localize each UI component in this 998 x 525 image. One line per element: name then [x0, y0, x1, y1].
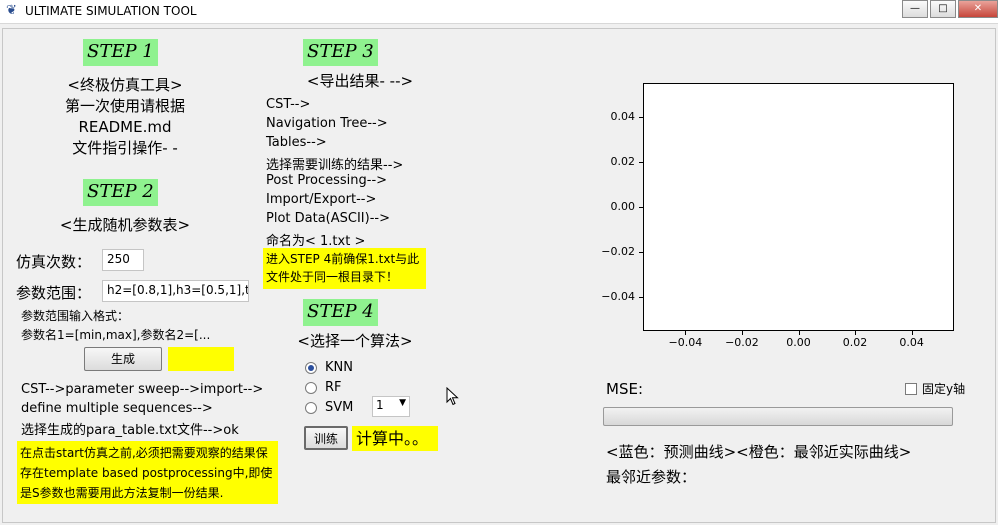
fix-y-axis-checkbox[interactable]: 固定y轴: [905, 380, 965, 397]
generate-status-box: [168, 347, 234, 371]
train-status: 计算中。。: [352, 426, 438, 451]
step3-warning-note: 进入STEP 4前确保1.txt与此文件处于同一根目录下！: [263, 248, 426, 289]
x-tick-mark: [741, 331, 743, 335]
y-tick-mark: [639, 116, 643, 118]
cst-path-line2: define multiple sequences-->: [21, 401, 213, 416]
radio-knn[interactable]: [305, 361, 317, 374]
checkbox-box[interactable]: [905, 382, 917, 395]
fix-y-axis-label: 固定y轴: [922, 382, 966, 396]
svm-param-value: 1: [376, 398, 384, 412]
y-tick-mark: [639, 297, 643, 299]
x-tick-label: 0.00: [786, 336, 811, 349]
y-tick-label: 0.02: [610, 154, 636, 168]
step3-title: <导出结果- -->: [306, 72, 414, 90]
title-bar: ❦ ULTIMATE SIMULATION TOOL — □ ✕: [0, 0, 998, 24]
y-tick-mark: [639, 161, 643, 163]
algo-option-svm-label: SVM: [325, 400, 354, 415]
legend-text: <蓝色：预测曲线><橙色：最邻近实际曲线>: [606, 443, 912, 461]
step4-title: <选择一个算法>: [297, 332, 413, 350]
y-tick-mark: [639, 252, 643, 254]
mouse-cursor-icon: [446, 387, 459, 406]
param-range-input[interactable]: h2=[0.8,1],h3=[0.5,1],t1=: [102, 280, 249, 302]
maximize-button[interactable]: □: [930, 0, 956, 18]
x-tick-label: 0.04: [899, 336, 924, 349]
param-range-label: 参数范围：: [16, 284, 92, 302]
minimize-button[interactable]: —: [902, 0, 928, 18]
step1-title: <终极仿真工具>: [67, 76, 183, 94]
generate-button[interactable]: 生成: [84, 347, 162, 371]
y-tick-label: 0.04: [610, 109, 636, 123]
radio-svm[interactable]: [305, 401, 317, 414]
step3-badge: STEP 3: [303, 39, 378, 66]
cst-path-line1: CST-->parameter sweep-->import-->: [21, 382, 264, 397]
step1-info: <终极仿真工具> 第一次使用请根据 README.md 文件指引操作- -: [15, 75, 235, 159]
x-tick-label: 0.02: [842, 336, 868, 349]
algo-option-svm[interactable]: SVM: [305, 400, 353, 415]
algo-option-rf[interactable]: RF: [305, 380, 342, 395]
train-button[interactable]: 训练: [304, 426, 348, 450]
chevron-down-icon: ▼: [399, 398, 406, 408]
step1-line2: README.md: [78, 118, 172, 136]
step2-badge: STEP 2: [83, 179, 158, 206]
radio-rf[interactable]: [305, 381, 317, 394]
cst-path-line3: 选择生成的para_table.txt文件-->ok: [21, 423, 239, 438]
x-tick-label: −0.02: [725, 336, 759, 349]
x-tick-mark: [798, 331, 800, 335]
sim-count-label: 仿真次数：: [16, 253, 92, 271]
algo-option-knn-label: KNN: [325, 360, 353, 375]
window-title: ULTIMATE SIMULATION TOOL: [25, 4, 197, 18]
x-tick-label: −0.04: [668, 336, 703, 349]
step3-item-7: Plot Data(ASCII)-->: [266, 211, 390, 226]
format-hint-title: 参数范围输入格式：: [21, 309, 130, 323]
app-feather-icon: ❦: [6, 3, 17, 18]
prediction-plot: [643, 83, 954, 331]
step1-badge: STEP 1: [83, 39, 158, 66]
step3-item-3: Tables-->: [266, 135, 327, 150]
step3-item-1: CST-->: [266, 97, 311, 112]
step1-line1: 第一次使用请根据: [64, 97, 185, 115]
x-tick-mark: [911, 331, 913, 335]
step3-item-6: Import/Export-->: [266, 192, 377, 207]
y-tick-label: −0.02: [601, 245, 635, 259]
step3-item-5: Post Processing-->: [266, 173, 388, 188]
x-tick-mark: [685, 331, 687, 335]
step2-title: <生成随机参数表>: [59, 216, 191, 234]
nearest-params-label: 最邻近参数：: [606, 468, 697, 486]
step3-item-4: 选择需要训练的结果-->: [266, 158, 404, 173]
y-tick-label: 0.00: [610, 200, 636, 213]
step4-badge: STEP 4: [303, 299, 378, 326]
sim-count-input[interactable]: 250: [102, 249, 144, 271]
step2-warning-note: 在点击start仿真之前,必须把需要观察的结果保存在template based…: [17, 441, 278, 504]
step3-item-8: 命名为< 1.txt >: [266, 234, 366, 249]
close-button[interactable]: ✕: [958, 0, 998, 18]
step3-item-2: Navigation Tree-->: [266, 116, 388, 131]
step1-line3: 文件指引操作- -: [72, 139, 178, 157]
progress-bar: [603, 407, 953, 426]
mse-label: MSE:: [606, 380, 643, 398]
format-hint-example: 参数名1=[min,max],参数名2=[...: [21, 328, 211, 342]
window-controls: — □ ✕: [900, 0, 998, 20]
y-tick-label: −0.04: [601, 290, 635, 304]
algo-option-rf-label: RF: [325, 380, 342, 395]
x-tick-mark: [855, 331, 857, 335]
algo-option-knn[interactable]: KNN: [305, 360, 353, 375]
y-tick-mark: [639, 207, 643, 208]
svm-param-select[interactable]: 1 ▼: [372, 396, 410, 417]
